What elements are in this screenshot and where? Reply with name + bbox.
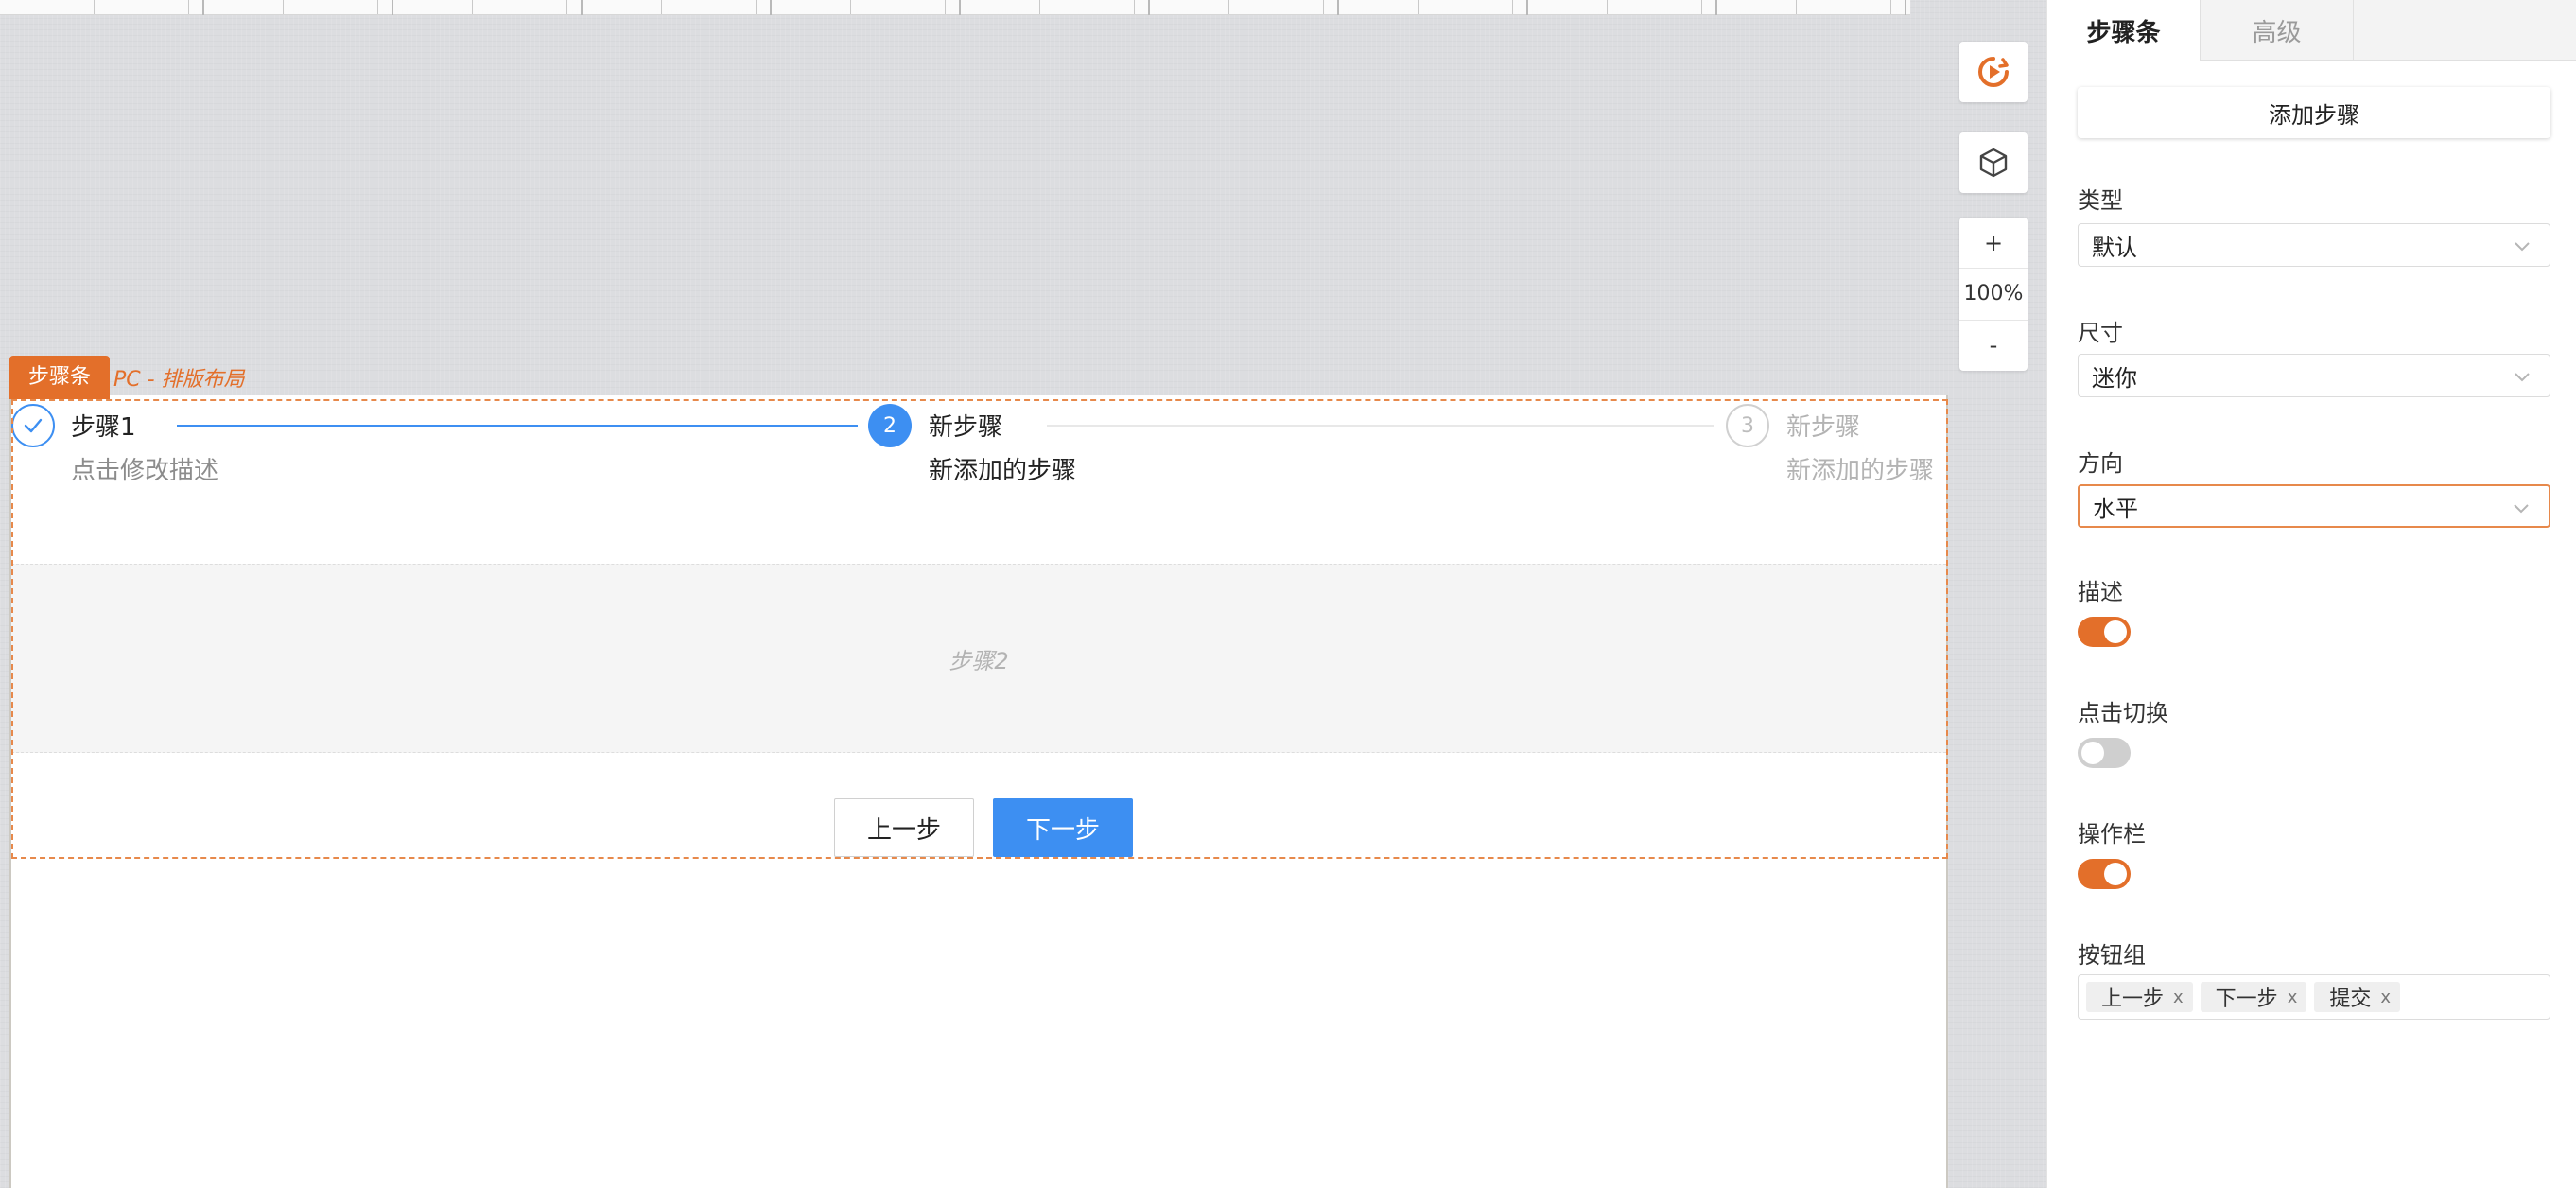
zoom-out-button[interactable]: - — [1959, 319, 2028, 371]
play-circle-icon — [1978, 57, 2009, 87]
zoom-controls: + 100% - — [1959, 218, 2028, 371]
size-select-value: 迷你 — [2092, 364, 2137, 392]
description-label: 描述 — [2078, 579, 2123, 605]
step-1-check-icon[interactable] — [11, 404, 55, 447]
size-select[interactable]: 迷你 — [2078, 354, 2550, 397]
action-bar-toggle[interactable] — [2078, 859, 2131, 889]
chevron-down-icon — [2514, 504, 2529, 514]
type-select-value: 默认 — [2092, 234, 2137, 261]
button-group-label: 按钮组 — [2078, 942, 2146, 969]
tag-submit[interactable]: 提交 x — [2314, 982, 2401, 1012]
size-label: 尺寸 — [2078, 320, 2123, 346]
step-2-description[interactable]: 新添加的步骤 — [929, 451, 1076, 486]
step-1-title[interactable]: 步骤1 — [71, 408, 136, 443]
direction-select[interactable]: 水平 — [2078, 484, 2550, 528]
direction-label: 方向 — [2078, 450, 2123, 477]
cube-icon — [1979, 148, 2008, 178]
step-2-title[interactable]: 新步骤 — [929, 408, 1002, 443]
step-1-connector — [177, 425, 858, 427]
page-layout-label: PC - 排版布局 — [113, 368, 245, 392]
steps-component[interactable]: 步骤1 点击修改描述 2 新步骤 新添加的步骤 3 新步骤 新添加的步骤 — [11, 402, 1946, 563]
tag-next[interactable]: 下一步 x — [2200, 982, 2307, 1012]
type-label: 类型 — [2078, 187, 2123, 214]
close-icon[interactable]: x — [2288, 987, 2298, 1007]
design-canvas[interactable]: + 100% - 步骤条 PC - 排版布局 步骤1 点击修改描述 2 新步骤 … — [0, 0, 2046, 1188]
description-toggle[interactable] — [2078, 617, 2131, 647]
component-view-button[interactable] — [1959, 132, 2028, 193]
add-step-button[interactable]: 添加步骤 — [2078, 87, 2550, 138]
step-1-description[interactable]: 点击修改描述 — [71, 451, 218, 486]
close-icon[interactable]: x — [2380, 987, 2391, 1007]
direction-select-value: 水平 — [2093, 495, 2138, 522]
zoom-level: 100% — [1959, 268, 2028, 319]
step-3-number[interactable]: 3 — [1726, 404, 1769, 447]
properties-panel: 步骤条 高级 添加步骤 类型 默认 尺寸 迷你 方向 水平 描述 点击切换 操作… — [2046, 0, 2576, 1188]
zoom-in-button[interactable]: + — [1959, 218, 2028, 268]
tag-prev[interactable]: 上一步 x — [2086, 982, 2193, 1012]
step-2-number[interactable]: 2 — [868, 404, 912, 447]
next-step-button[interactable]: 下一步 — [993, 798, 1133, 857]
step-content-placeholder: 步骤2 — [949, 647, 1009, 674]
step-3-description[interactable]: 新添加的步骤 — [1786, 451, 1946, 486]
chevron-down-icon — [2515, 373, 2530, 382]
horizontal-ruler — [0, 0, 1910, 15]
click-switch-toggle[interactable] — [2078, 738, 2131, 768]
button-group-tags[interactable]: 上一步 x 下一步 x 提交 x — [2078, 974, 2550, 1020]
step-content-area[interactable]: 步骤2 — [11, 564, 1946, 753]
preview-button[interactable] — [1959, 42, 2028, 102]
close-icon[interactable]: x — [2173, 987, 2184, 1007]
type-select[interactable]: 默认 — [2078, 223, 2550, 267]
tab-steps[interactable]: 步骤条 — [2047, 0, 2201, 61]
action-bar-label: 操作栏 — [2078, 821, 2146, 847]
tab-advanced[interactable]: 高级 — [2201, 0, 2354, 61]
click-switch-label: 点击切换 — [2078, 700, 2168, 726]
panel-tabs: 步骤条 高级 — [2047, 0, 2576, 61]
step-2-connector — [1047, 425, 1714, 427]
step-3-title[interactable]: 新步骤 — [1786, 408, 1860, 443]
chevron-down-icon — [2515, 242, 2530, 252]
selected-component-badge[interactable]: 步骤条 — [9, 356, 111, 399]
prev-step-button[interactable]: 上一步 — [834, 798, 974, 857]
